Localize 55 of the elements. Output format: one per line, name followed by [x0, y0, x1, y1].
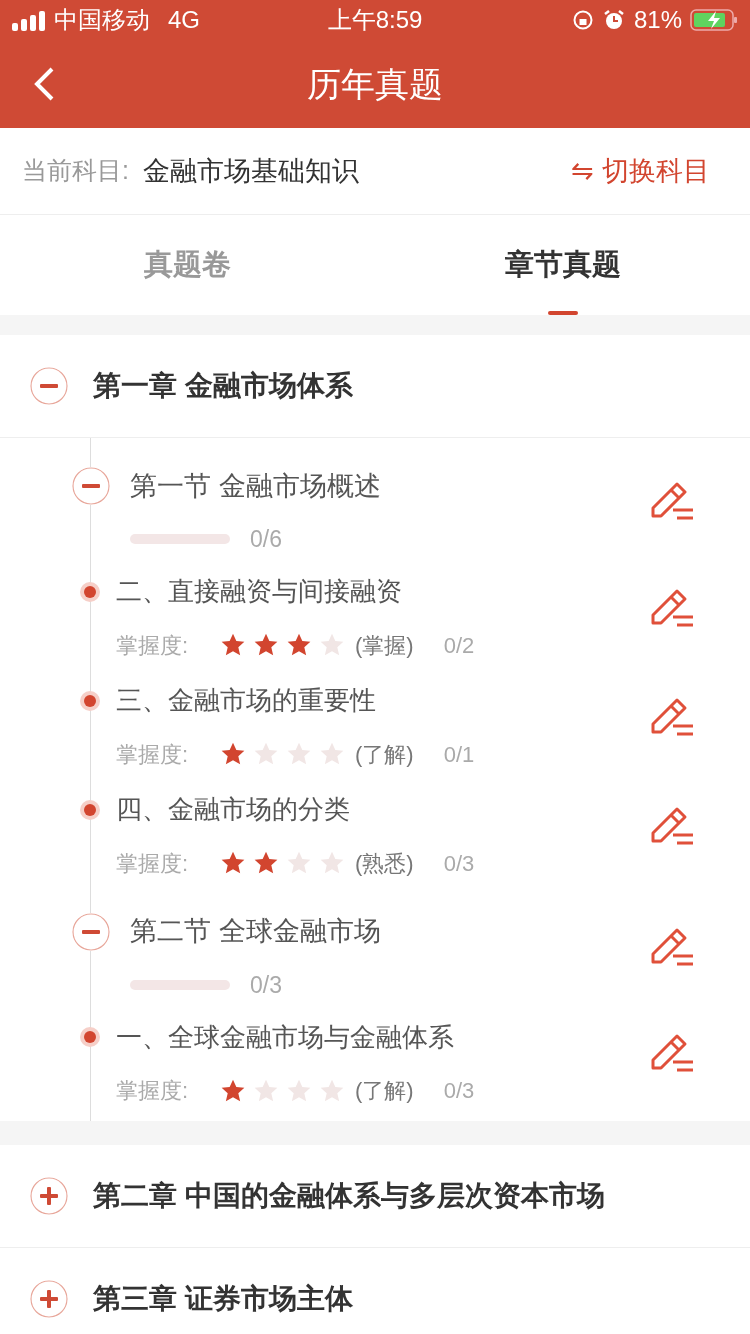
mastery-label: 掌握度:: [116, 849, 190, 878]
collapse-icon[interactable]: [30, 367, 68, 405]
chapter-title[interactable]: 第一章 金融市场体系: [93, 369, 607, 403]
bullet-icon: [80, 581, 100, 602]
star-icon: [253, 632, 279, 658]
rotation-lock-icon: [571, 9, 594, 31]
point-title[interactable]: 三、金融市场的重要性: [116, 681, 376, 720]
expand-icon[interactable]: [30, 1177, 68, 1215]
star-icon: [286, 741, 312, 767]
mastery-level: (了解): [355, 1077, 414, 1105]
battery-percent: 81%: [633, 5, 682, 35]
tab[interactable]: 章节真题: [375, 215, 750, 315]
section-title[interactable]: 第一节 金融市场概述: [130, 465, 381, 507]
progress-count: 0/6: [250, 525, 282, 554]
star-icon: [319, 850, 345, 876]
battery-charging-icon: [690, 8, 738, 32]
mastery-level: (掌握): [355, 631, 414, 660]
point-title[interactable]: 四、金融市场的分类: [116, 790, 350, 829]
mastery-label: 掌握度:: [116, 1077, 190, 1105]
star-icon: [253, 741, 279, 767]
point-title[interactable]: 一、全球金融市场与金融体系: [116, 1017, 454, 1057]
star-icon: [253, 850, 279, 876]
collapse-icon[interactable]: [72, 467, 110, 505]
star-icon: [220, 741, 246, 767]
mastery-level: (熟悉): [355, 849, 414, 878]
expand-icon[interactable]: [30, 1280, 68, 1318]
page-title: 历年真题: [307, 63, 443, 105]
mastery-level: (了解): [355, 740, 414, 769]
star-icon: [286, 850, 312, 876]
back-icon[interactable]: [32, 66, 56, 102]
progress-count: 0/3: [250, 970, 282, 1000]
star-icon: [319, 632, 345, 658]
point-title[interactable]: 二、直接融资与间接融资: [116, 572, 402, 611]
question-count: 0/3: [443, 1077, 475, 1105]
question-count: 0/2: [443, 631, 475, 660]
star-icon: [286, 632, 312, 658]
question-count: 0/3: [443, 849, 475, 878]
mastery-label: 掌握度:: [116, 740, 190, 769]
star-icon: [220, 850, 246, 876]
network-type: 4G: [168, 5, 200, 35]
section-title[interactable]: 第二节 全球金融市场: [130, 911, 381, 952]
question-count: 0/1: [443, 740, 475, 769]
switch-subject-link[interactable]: ⇋ 切换科目: [571, 150, 710, 192]
star-icon: [319, 741, 345, 767]
subject-name: 金融市场基础知识: [142, 154, 360, 188]
bullet-icon: [80, 1027, 100, 1047]
collapse-icon[interactable]: [72, 912, 110, 951]
star-icon: [220, 632, 246, 658]
signal-icon: [12, 9, 46, 31]
clock-time: 上午8:59: [326, 5, 424, 35]
bullet-icon: [80, 690, 100, 711]
bullet-icon: [80, 799, 100, 820]
carrier-name: 中国移动: [54, 5, 150, 35]
mastery-label: 掌握度:: [116, 631, 190, 660]
subject-label: 当前科目:: [22, 155, 129, 187]
